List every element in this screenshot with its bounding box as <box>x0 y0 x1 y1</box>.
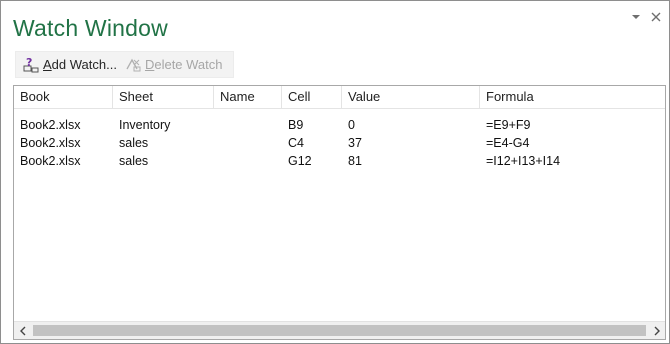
pane-title: Watch Window <box>13 15 168 41</box>
cell-value: 81 <box>348 154 362 168</box>
cell-formula: =I12+I13+I14 <box>486 154 561 168</box>
cell-book: Book2.xlsx <box>20 154 81 168</box>
column-header-value[interactable]: Value <box>342 86 480 108</box>
pane-options-icon[interactable] <box>629 10 643 24</box>
add-watch-icon: ? <box>23 56 40 73</box>
watch-list[interactable]: Book Sheet Name Cell Value Formula Book2… <box>13 85 666 340</box>
cell-formula: =E4-G4 <box>486 136 530 150</box>
delete-watch-icon <box>125 56 142 73</box>
column-header-book[interactable]: Book <box>14 86 113 108</box>
add-watch-button[interactable]: ? Add Watch... <box>19 54 121 76</box>
cell-value: 0 <box>348 118 355 132</box>
cell-cell: G12 <box>288 154 312 168</box>
scrollbar-thumb[interactable] <box>33 325 646 336</box>
svg-text:?: ? <box>26 56 32 69</box>
column-header-sheet[interactable]: Sheet <box>113 86 214 108</box>
add-watch-accel: A <box>43 57 52 72</box>
pane-controls <box>629 10 663 24</box>
table-row[interactable]: Book2.xlsx Inventory B9 0 =E9+F9 <box>14 117 665 134</box>
watch-window-pane: Watch Window ? Add Watch... D elete Watc… <box>0 0 670 344</box>
cell-sheet: Inventory <box>119 118 171 132</box>
watch-toolbar: ? Add Watch... Delete Watch <box>15 51 234 78</box>
cell-name <box>214 153 282 170</box>
column-header-formula[interactable]: Formula <box>480 86 665 108</box>
cell-value: 37 <box>348 136 362 150</box>
column-header-cell[interactable]: Cell <box>282 86 342 108</box>
cell-formula: =E9+F9 <box>486 118 531 132</box>
delete-watch-accel: D <box>144 57 155 72</box>
cell-cell: C4 <box>288 136 304 150</box>
add-watch-label: dd Watch... <box>51 57 117 72</box>
cell-name <box>214 135 282 152</box>
cell-cell: B9 <box>288 118 304 132</box>
cell-sheet: sales <box>119 136 149 150</box>
cell-name <box>214 117 282 134</box>
table-row[interactable]: Book2.xlsx sales C4 37 =E4-G4 <box>14 135 665 152</box>
cell-book: Book2.xlsx <box>20 136 81 150</box>
cell-sheet: sales <box>119 154 149 168</box>
column-header-name[interactable]: Name <box>214 86 282 108</box>
scroll-left-icon[interactable] <box>14 322 31 339</box>
cell-book: Book2.xlsx <box>20 118 81 132</box>
horizontal-scrollbar[interactable] <box>14 321 665 339</box>
close-icon[interactable] <box>649 10 663 24</box>
table-row[interactable]: Book2.xlsx sales G12 81 =I12+I13+I14 <box>14 153 665 170</box>
delete-watch-label: elete Watch <box>154 57 223 72</box>
column-header-row: Book Sheet Name Cell Value Formula <box>14 86 665 109</box>
delete-watch-button[interactable]: Delete Watch <box>121 54 227 76</box>
scroll-right-icon[interactable] <box>648 322 665 339</box>
